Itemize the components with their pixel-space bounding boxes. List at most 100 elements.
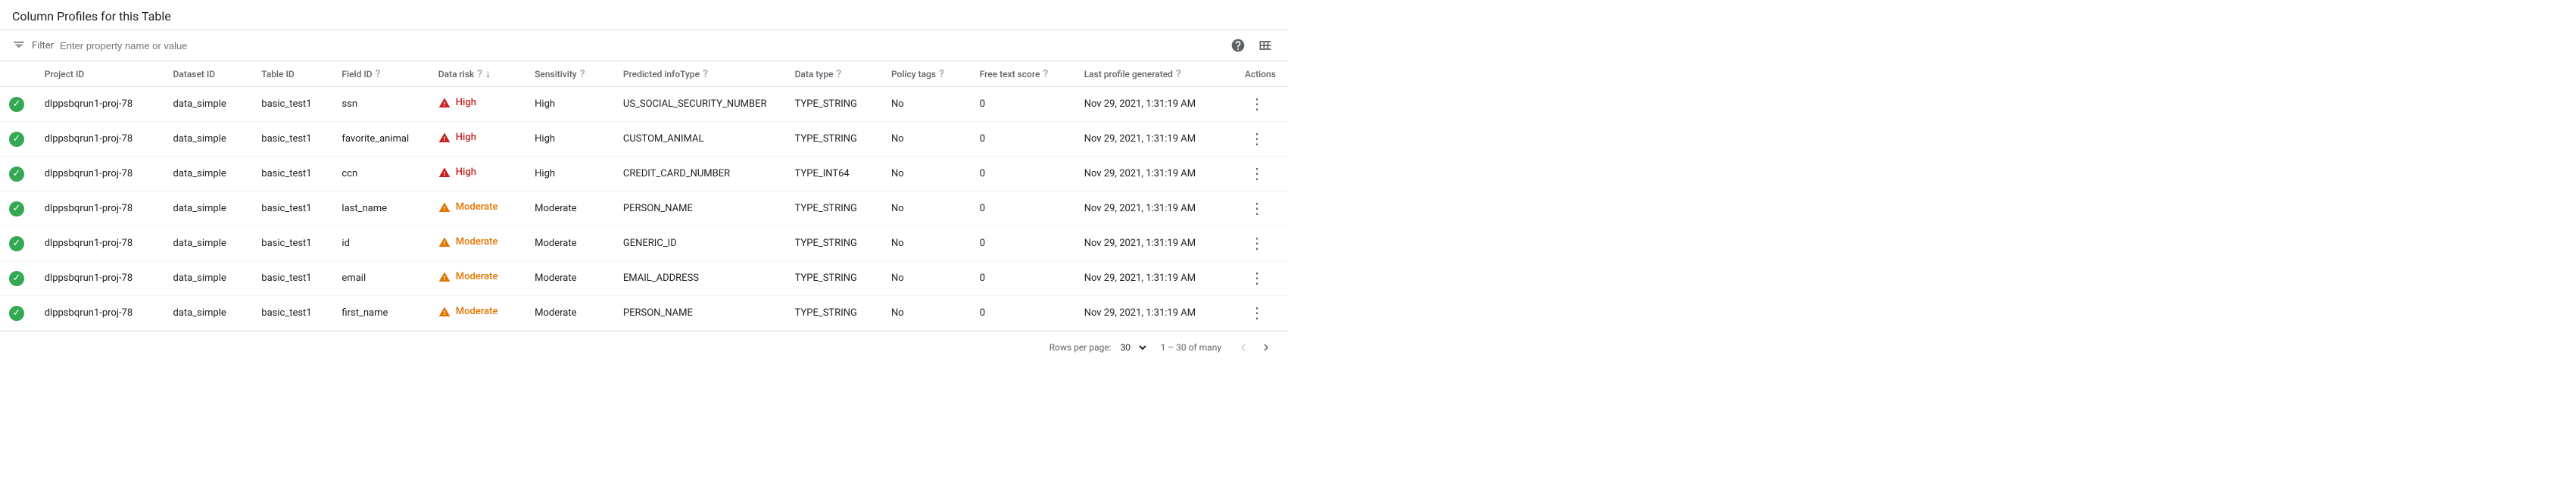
filter-icon: [12, 37, 26, 54]
help-button[interactable]: [1227, 35, 1249, 56]
row-data-risk-3: Moderate: [429, 192, 525, 226]
next-page-button[interactable]: [1256, 338, 1276, 357]
page-title: Column Profiles for this Table: [0, 0, 1288, 30]
row-data-risk-0: High: [429, 87, 525, 122]
actions-menu-button-3[interactable]: ⋮: [1245, 198, 1269, 220]
pagination-nav: [1233, 338, 1276, 357]
row-actions-0[interactable]: ⋮: [1236, 87, 1288, 122]
actions-menu-button-1[interactable]: ⋮: [1245, 128, 1269, 150]
status-icon-2: ✓: [9, 167, 24, 182]
rows-per-page-select[interactable]: 30 10 25 50 100: [1118, 341, 1149, 354]
row-last-profile-2: Nov 29, 2021, 1:31:19 AM: [1075, 157, 1236, 192]
row-last-profile-5: Nov 29, 2021, 1:31:19 AM: [1075, 261, 1236, 296]
row-field-id-5: email: [332, 261, 429, 296]
row-last-profile-0: Nov 29, 2021, 1:31:19 AM: [1075, 87, 1236, 122]
row-table-id-1: basic_test1: [252, 122, 332, 157]
row-status-2: ✓: [0, 157, 36, 192]
row-policy-tags-0: No: [882, 87, 971, 122]
row-free-text-3: 0: [971, 192, 1075, 226]
row-actions-3[interactable]: ⋮: [1236, 192, 1288, 226]
row-data-risk-5: Moderate: [429, 261, 525, 296]
row-predicted-0: US_SOCIAL_SECURITY_NUMBER: [614, 87, 786, 122]
table-header-row: Project ID Dataset ID Table ID Field ID …: [0, 61, 1288, 87]
footer: Rows per page: 30 10 25 50 100 1 – 30 of…: [0, 331, 1288, 363]
col-header-actions: Actions: [1236, 61, 1288, 87]
row-data-type-0: TYPE_STRING: [786, 87, 882, 122]
actions-menu-button-5[interactable]: ⋮: [1245, 267, 1269, 289]
datatype-help-icon[interactable]: ?: [836, 68, 841, 80]
table-row: ✓ dlppsbqrun1-proj-78 data_simple basic_…: [0, 296, 1288, 331]
status-icon-3: ✓: [9, 201, 24, 216]
status-icon-1: ✓: [9, 132, 24, 147]
col-header-table-id: Table ID: [252, 61, 332, 87]
row-dataset-id-6: data_simple: [164, 296, 253, 331]
row-status-3: ✓: [0, 192, 36, 226]
row-sensitivity-3: Moderate: [525, 192, 614, 226]
row-free-text-6: 0: [971, 296, 1075, 331]
row-free-text-0: 0: [971, 87, 1075, 122]
predicted-help-icon[interactable]: ?: [703, 68, 708, 80]
row-policy-tags-5: No: [882, 261, 971, 296]
row-sensitivity-5: Moderate: [525, 261, 614, 296]
row-table-id-2: basic_test1: [252, 157, 332, 192]
col-header-sensitivity: Sensitivity ?: [525, 61, 614, 87]
row-actions-1[interactable]: ⋮: [1236, 122, 1288, 157]
row-table-id-3: basic_test1: [252, 192, 332, 226]
freetext-help-icon[interactable]: ?: [1043, 68, 1048, 80]
field-id-help-icon[interactable]: ?: [376, 68, 381, 80]
row-dataset-id-0: data_simple: [164, 87, 253, 122]
row-field-id-0: ssn: [332, 87, 429, 122]
table-container: Project ID Dataset ID Table ID Field ID …: [0, 61, 1288, 331]
row-actions-4[interactable]: ⋮: [1236, 226, 1288, 261]
table-row: ✓ dlppsbqrun1-proj-78 data_simple basic_…: [0, 261, 1288, 296]
data-table: Project ID Dataset ID Table ID Field ID …: [0, 61, 1288, 331]
data-risk-help-icon[interactable]: ?: [477, 68, 482, 80]
col-header-predicted-info-type: Predicted infoType ?: [614, 61, 786, 87]
row-actions-5[interactable]: ⋮: [1236, 261, 1288, 296]
prev-page-button[interactable]: [1233, 338, 1253, 357]
filter-input[interactable]: [60, 40, 1221, 51]
actions-menu-button-0[interactable]: ⋮: [1245, 93, 1269, 115]
sensitivity-help-icon[interactable]: ?: [580, 68, 585, 80]
row-actions-2[interactable]: ⋮: [1236, 157, 1288, 192]
col-header-policy-tags: Policy tags ?: [882, 61, 971, 87]
row-sensitivity-0: High: [525, 87, 614, 122]
row-data-type-5: TYPE_STRING: [786, 261, 882, 296]
row-actions-6[interactable]: ⋮: [1236, 296, 1288, 331]
row-data-type-2: TYPE_INT64: [786, 157, 882, 192]
row-predicted-1: CUSTOM_ANIMAL: [614, 122, 786, 157]
table-row: ✓ dlppsbqrun1-proj-78 data_simple basic_…: [0, 226, 1288, 261]
row-field-id-4: id: [332, 226, 429, 261]
policy-help-icon[interactable]: ?: [939, 68, 944, 80]
row-status-6: ✓: [0, 296, 36, 331]
columns-button[interactable]: [1255, 35, 1276, 56]
row-policy-tags-4: No: [882, 226, 971, 261]
table-row: ✓ dlppsbqrun1-proj-78 data_simple basic_…: [0, 122, 1288, 157]
col-header-last-profile: Last profile generated ?: [1075, 61, 1236, 87]
actions-menu-button-4[interactable]: ⋮: [1245, 232, 1269, 254]
actions-menu-button-6[interactable]: ⋮: [1245, 302, 1269, 324]
row-status-4: ✓: [0, 226, 36, 261]
row-table-id-0: basic_test1: [252, 87, 332, 122]
row-dataset-id-2: data_simple: [164, 157, 253, 192]
row-policy-tags-1: No: [882, 122, 971, 157]
data-risk-sort-icon[interactable]: ↓: [485, 67, 491, 80]
col-header-data-type: Data type ?: [786, 61, 882, 87]
row-last-profile-4: Nov 29, 2021, 1:31:19 AM: [1075, 226, 1236, 261]
row-policy-tags-3: No: [882, 192, 971, 226]
rows-per-page-label: Rows per page:: [1049, 342, 1112, 353]
row-project-id-5: dlppsbqrun1-proj-78: [36, 261, 164, 296]
row-field-id-6: first_name: [332, 296, 429, 331]
actions-menu-button-2[interactable]: ⋮: [1245, 163, 1269, 185]
row-data-risk-2: High: [429, 157, 525, 192]
row-predicted-6: PERSON_NAME: [614, 296, 786, 331]
row-data-risk-6: Moderate: [429, 296, 525, 331]
lastprofile-help-icon[interactable]: ?: [1176, 68, 1181, 80]
row-dataset-id-3: data_simple: [164, 192, 253, 226]
row-policy-tags-6: No: [882, 296, 971, 331]
row-dataset-id-5: data_simple: [164, 261, 253, 296]
col-header-data-risk[interactable]: Data risk ? ↓: [429, 61, 525, 87]
row-free-text-2: 0: [971, 157, 1075, 192]
row-policy-tags-2: No: [882, 157, 971, 192]
col-header-dataset-id: Dataset ID: [164, 61, 253, 87]
